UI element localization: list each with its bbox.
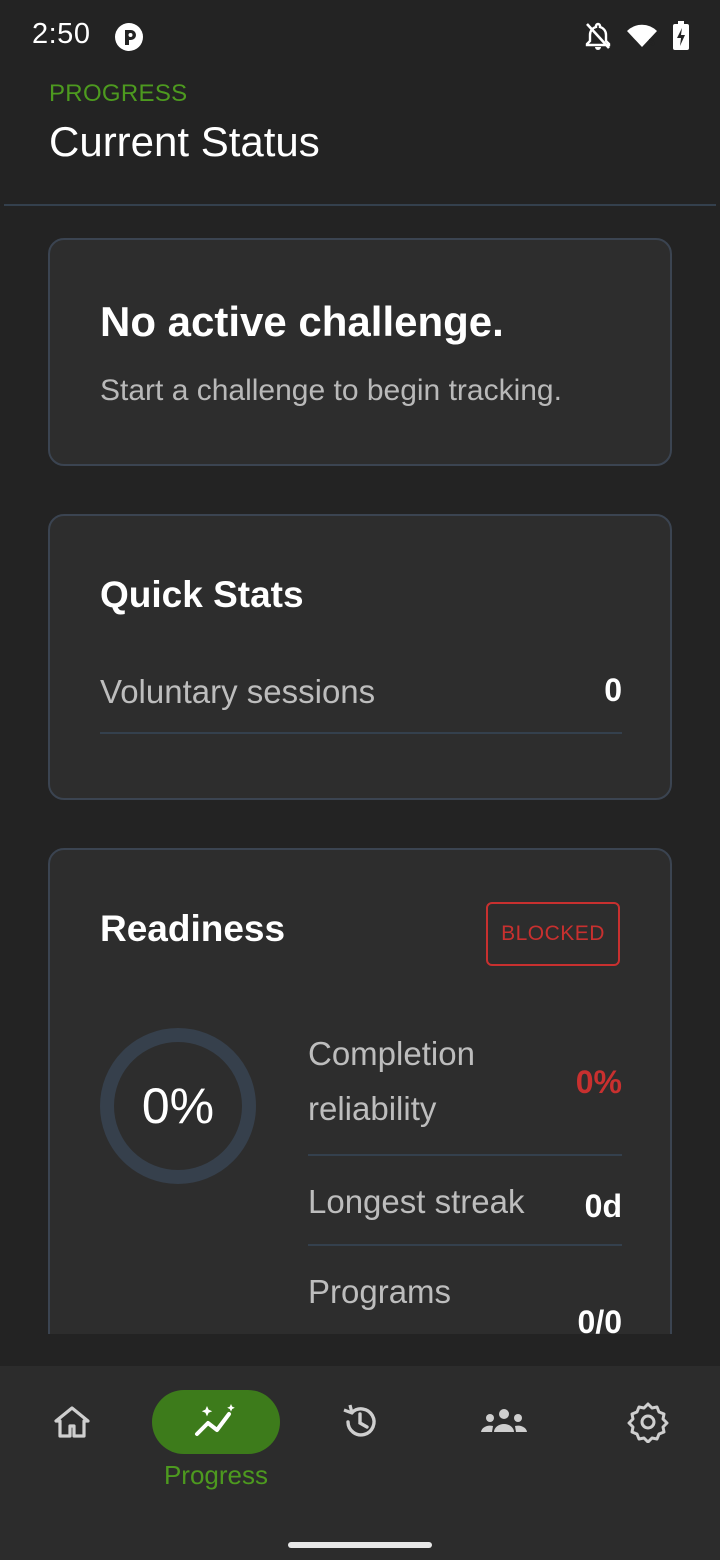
nav-pill: [440, 1390, 568, 1454]
page-header: PROGRESS Current Status: [0, 72, 720, 206]
metric-value: 0d: [584, 1188, 622, 1224]
nav-label-progress: Progress: [163, 1460, 269, 1490]
metric-label-line1: Programs: [308, 1273, 452, 1310]
svg-text:5: 5: [648, 38, 655, 49]
challenge-card: No active challenge. Start a challenge t…: [48, 238, 672, 466]
home-icon: [54, 1406, 90, 1438]
stat-label: Voluntary sessions: [100, 673, 376, 710]
challenge-headline: No active challenge.: [100, 298, 504, 345]
quick-stats-title: Quick Stats: [100, 574, 304, 615]
stat-row-voluntary-sessions: Voluntary sessions 0: [100, 662, 622, 734]
metric-label-line1: Completion: [308, 1035, 475, 1072]
metric-label: Longest streak: [308, 1183, 525, 1220]
notifications-off-icon: [585, 22, 611, 50]
progress-icon: [195, 1404, 235, 1436]
nav-item-history[interactable]: [296, 1390, 424, 1520]
metric-value: 0%: [575, 1064, 622, 1100]
readiness-ring-value: 0%: [141, 1078, 215, 1134]
status-icons: 5: [584, 20, 690, 52]
nav-pill-active: [152, 1390, 280, 1454]
wifi-icon: 5: [627, 24, 657, 49]
status-badge: BLOCKED: [486, 902, 620, 966]
readiness-card: Readiness BLOCKED 0% Completion reliabil…: [48, 848, 672, 1334]
quick-stats-card: Quick Stats Voluntary sessions 0: [48, 514, 672, 800]
community-icon: [481, 1409, 527, 1432]
bottom-nav: Progress: [0, 1366, 720, 1560]
gesture-bar[interactable]: [288, 1542, 432, 1548]
nav-pill: [8, 1390, 136, 1454]
metric-longest-streak: Longest streak 0d: [308, 1158, 622, 1246]
challenge-subtext: Start a challenge to begin tracking.: [100, 374, 562, 407]
metric-programs: Programs 0/0: [308, 1248, 622, 1334]
status-time: 2:50: [32, 18, 91, 50]
settings-icon: [627, 1402, 669, 1443]
page-overline: PROGRESS: [49, 80, 188, 107]
nav-item-community[interactable]: [440, 1390, 568, 1520]
stat-value: 0: [604, 672, 622, 708]
metric-completion-reliability: Completion reliability 0%: [308, 1026, 622, 1156]
nav-item-progress[interactable]: Progress: [152, 1390, 280, 1520]
nav-pill: [296, 1390, 424, 1454]
nav-pill: [584, 1390, 712, 1454]
status-bar: 2:50 5: [0, 0, 720, 72]
history-icon: [343, 1404, 376, 1437]
page-title: Current Status: [49, 118, 320, 165]
battery-charging-icon: [673, 21, 689, 50]
content-scroll[interactable]: No active challenge. Start a challenge t…: [0, 206, 720, 1334]
metric-label-line2: reliability: [308, 1090, 437, 1127]
metric-value: 0/0: [577, 1304, 622, 1334]
screen: 2:50 5 PROGRESS Current Status No active…: [0, 0, 720, 1560]
app-status-icon: [115, 23, 143, 51]
nav-item-home[interactable]: [8, 1390, 136, 1520]
nav-item-settings[interactable]: [584, 1390, 712, 1520]
readiness-title: Readiness: [100, 908, 286, 949]
